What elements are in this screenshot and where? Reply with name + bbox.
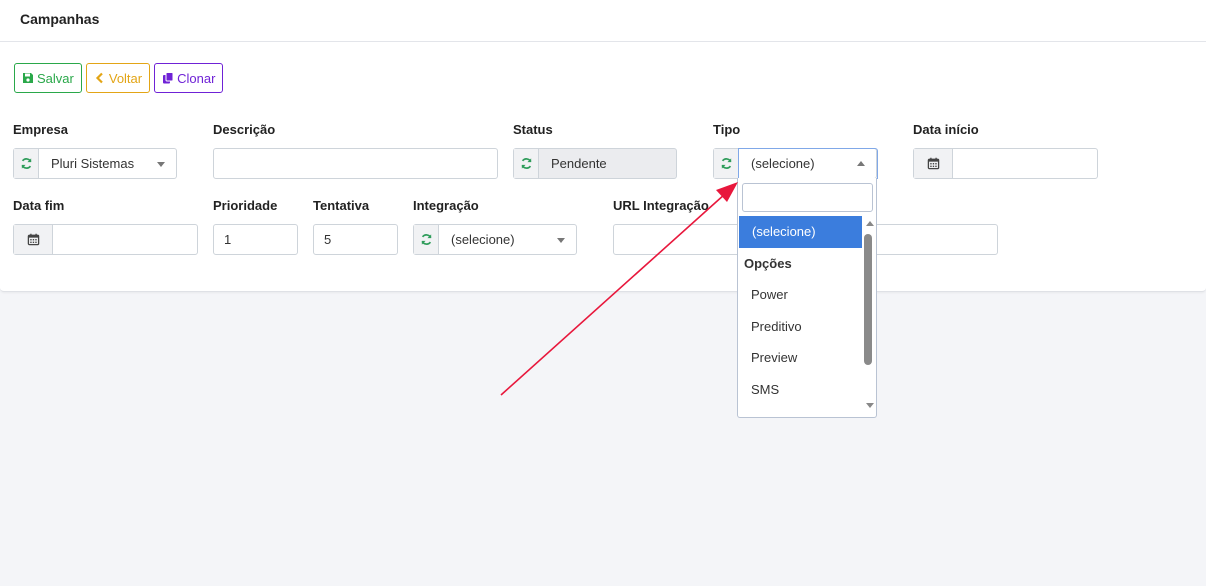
clone-button[interactable]: Clonar: [154, 63, 224, 93]
status-label: Status: [513, 122, 553, 137]
tipo-label: Tipo: [713, 122, 741, 137]
dropdown-option-preview[interactable]: Preview: [738, 342, 862, 374]
save-icon: [23, 73, 33, 83]
integracao-label: Integração: [413, 198, 479, 213]
chevron-left-icon: [95, 72, 103, 84]
scroll-up-icon[interactable]: [866, 221, 874, 226]
integracao-select[interactable]: (selecione): [413, 224, 577, 255]
descricao-label: Descrição: [213, 122, 276, 137]
scrollbar-thumb[interactable]: [864, 234, 872, 365]
descricao-input[interactable]: [213, 148, 498, 179]
integracao-value: (selecione): [451, 232, 515, 247]
tipo-select[interactable]: (selecione): [713, 148, 878, 179]
dropdown-group-label: Opções: [744, 255, 792, 271]
campaign-card: Campanhas Salvar Voltar Clonar Empresa D…: [0, 0, 1206, 292]
empresa-label: Empresa: [13, 122, 68, 137]
dropdown-option-power[interactable]: Power: [738, 279, 862, 311]
copy-icon: [163, 72, 174, 84]
tentativa-label: Tentativa: [313, 198, 370, 213]
save-button-label: Salvar: [37, 70, 74, 86]
status-value: Pendente: [551, 156, 607, 171]
data-fim-label: Data fim: [13, 198, 65, 213]
card-header: Campanhas: [0, 0, 1206, 42]
dropdown-search-input[interactable]: [742, 183, 873, 212]
tipo-dropdown: (selecione) Opções Power Preditivo Previ…: [737, 178, 877, 418]
caret-down-icon: [557, 238, 565, 243]
dropdown-option-sms[interactable]: SMS: [738, 374, 862, 406]
empresa-value: Pluri Sistemas: [51, 156, 135, 171]
tentativa-input[interactable]: 5: [313, 224, 398, 255]
caret-down-icon: [157, 162, 165, 167]
tentativa-value: 5: [324, 232, 332, 247]
empresa-select[interactable]: Pluri Sistemas: [13, 148, 177, 179]
url-integracao-label: URL Integração: [613, 198, 709, 213]
back-button-label: Voltar: [108, 70, 143, 86]
status-select: Pendente: [513, 148, 677, 179]
calendar-icon[interactable]: [914, 149, 953, 178]
refresh-icon[interactable]: [714, 149, 739, 178]
refresh-icon[interactable]: [14, 149, 39, 178]
caret-up-icon: [857, 161, 865, 166]
dropdown-option-selected[interactable]: (selecione): [739, 216, 862, 248]
save-button[interactable]: Salvar: [14, 63, 82, 93]
data-inicio-label: Data início: [913, 122, 979, 137]
toolbar: Salvar Voltar Clonar: [14, 63, 224, 93]
dropdown-list: (selecione) Opções Power Preditivo Previ…: [738, 216, 862, 405]
prioridade-input[interactable]: 1: [213, 224, 298, 255]
dropdown-scrollbar[interactable]: [864, 216, 876, 414]
scroll-down-icon[interactable]: [866, 403, 874, 408]
prioridade-label: Prioridade: [213, 198, 278, 213]
data-inicio-input[interactable]: [913, 148, 1098, 179]
dropdown-option-preditivo[interactable]: Preditivo: [738, 311, 862, 343]
refresh-icon: [514, 149, 539, 178]
refresh-icon[interactable]: [414, 225, 439, 254]
prioridade-value: 1: [224, 232, 232, 247]
back-button[interactable]: Voltar: [85, 63, 151, 93]
clone-button-label: Clonar: [177, 70, 216, 86]
data-fim-input[interactable]: [13, 224, 198, 255]
calendar-icon[interactable]: [14, 225, 53, 254]
page-title: Campanhas: [20, 11, 100, 27]
